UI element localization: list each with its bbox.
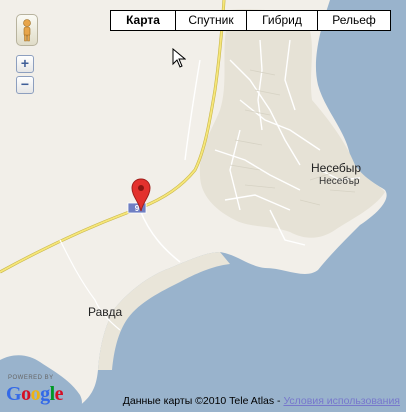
map-type-hybrid-button[interactable]: Гибрид — [246, 11, 317, 30]
attribution-text: Данные карты ©2010 Tele Atlas - — [122, 395, 284, 407]
map-attribution: Данные карты ©2010 Tele Atlas - Условия … — [123, 395, 400, 407]
map-type-terrain-button[interactable]: Рельеф — [317, 11, 390, 30]
google-wordmark: Google — [6, 383, 64, 405]
place-label-nesebar: Несебыр — [311, 161, 362, 175]
google-logo[interactable]: POWERED BY Google — [6, 375, 72, 405]
map-tiles[interactable]: 9 — [0, 0, 406, 412]
map-canvas[interactable]: 9 Карта Спутник Гибрид Рельеф + − Несебы… — [0, 0, 406, 412]
zoom-in-icon[interactable]: + — [16, 55, 34, 73]
cursor-icon — [172, 47, 187, 73]
map-type-selector: Карта Спутник Гибрид Рельеф — [110, 10, 391, 31]
pegman-icon[interactable] — [16, 14, 38, 46]
zoom-out-icon[interactable]: − — [16, 76, 34, 94]
map-type-satellite-button[interactable]: Спутник — [175, 11, 246, 30]
powered-by-label: POWERED BY — [8, 375, 54, 381]
terms-of-use-link[interactable]: Условия использования — [283, 395, 400, 407]
map-marker-icon[interactable] — [130, 178, 152, 217]
map-type-map-button[interactable]: Карта — [111, 11, 175, 30]
zoom-control: + − — [16, 55, 34, 95]
place-label-ravda: Равда — [88, 305, 123, 319]
place-label-nesebar-old: Несебър — [319, 176, 360, 187]
